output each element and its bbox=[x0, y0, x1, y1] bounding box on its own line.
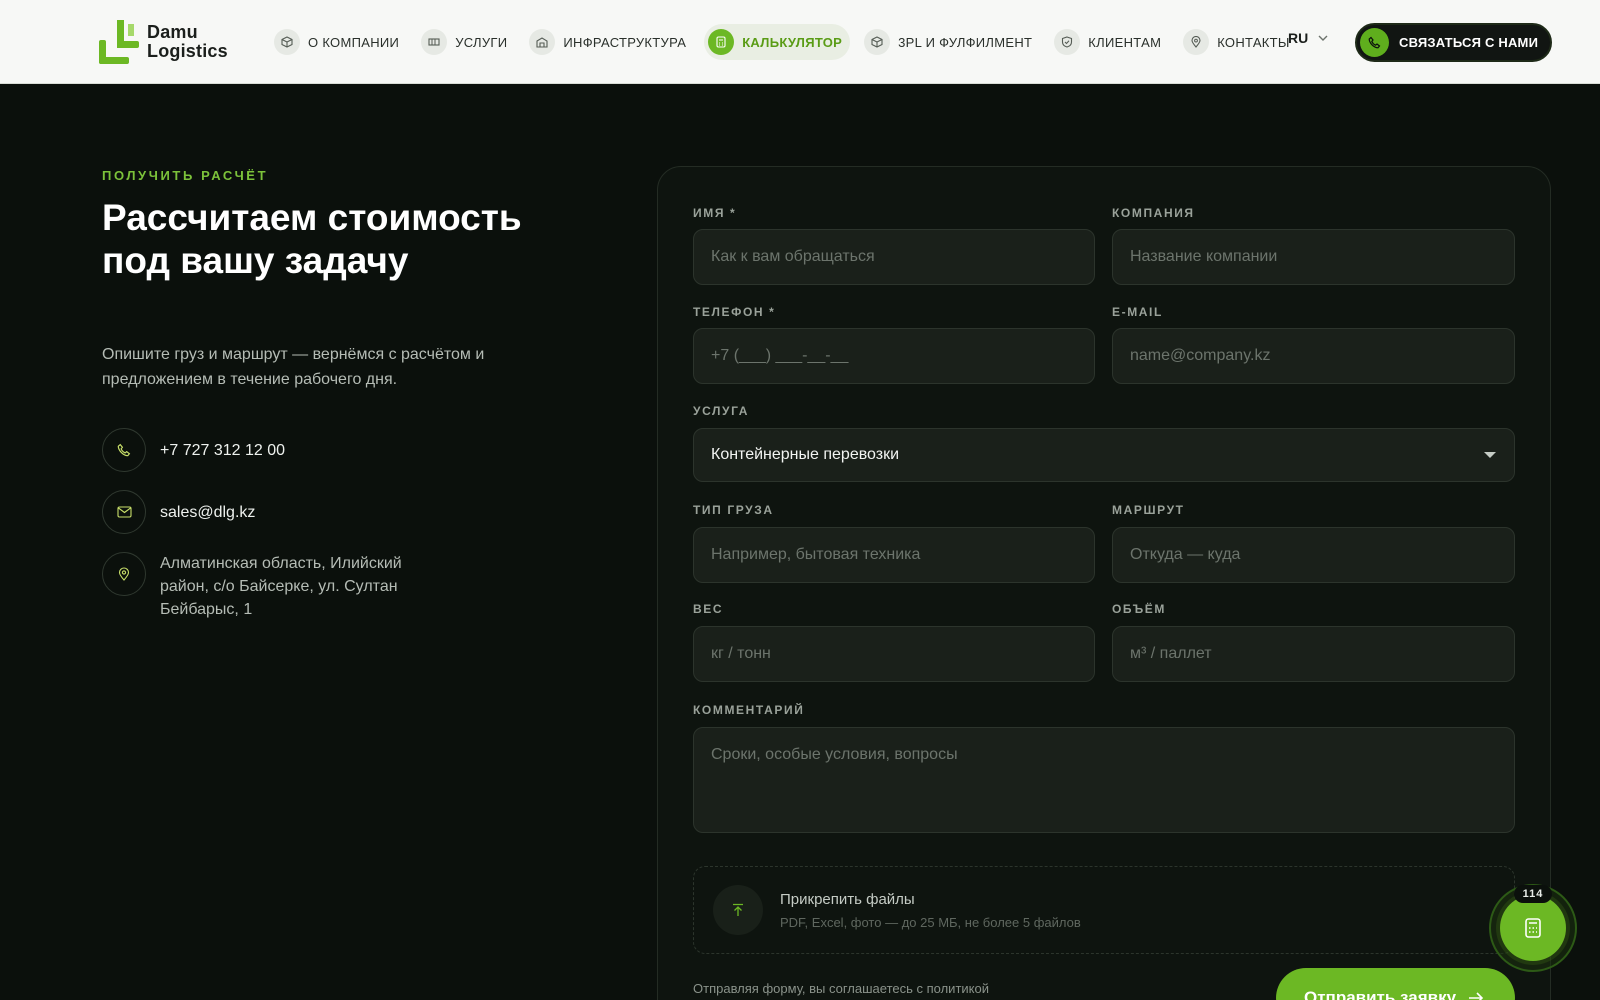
service-select-value: Контейнерные перевозки bbox=[711, 446, 900, 463]
submit-button[interactable]: Отправить заявку bbox=[1276, 968, 1515, 1000]
logo-line1: Damu bbox=[147, 22, 198, 42]
chevron-down-icon bbox=[1484, 452, 1496, 458]
route-label: МАРШРУТ bbox=[1112, 503, 1185, 517]
nav-item-label: Контакты bbox=[1217, 34, 1290, 50]
nav-item-about[interactable]: О компании bbox=[270, 24, 407, 60]
section-eyebrow: ПОЛУЧИТЬ РАСЧЁТ bbox=[102, 168, 269, 183]
nav-item-3pl[interactable]: 3PL и фулфилмент bbox=[860, 24, 1040, 60]
cube-icon bbox=[274, 29, 300, 55]
chevron-down-icon bbox=[1318, 35, 1328, 41]
contact-phone[interactable]: +7 727 312 12 00 bbox=[102, 428, 285, 472]
arrow-right-icon bbox=[1469, 992, 1484, 1000]
nav-item-label: Калькулятор bbox=[742, 34, 843, 50]
phone-icon bbox=[1360, 28, 1389, 57]
site-header: Damu Logistics О компании Услуги Инфраст… bbox=[0, 0, 1600, 84]
logo-line2: Logistics bbox=[147, 41, 228, 61]
logo[interactable]: Damu Logistics bbox=[97, 17, 247, 67]
contact-us-label: СВЯЗАТЬСЯ С НАМИ bbox=[1399, 35, 1539, 50]
comment-label: КОММЕНТАРИЙ bbox=[693, 703, 805, 717]
box-icon bbox=[864, 29, 891, 55]
logo-mark-icon bbox=[97, 18, 141, 66]
weight-field[interactable]: кг / тонн bbox=[693, 626, 1095, 682]
language-label: RU bbox=[1288, 30, 1309, 46]
language-switcher[interactable]: RU bbox=[1288, 30, 1328, 46]
phone-label: ТЕЛЕФОН * bbox=[693, 305, 776, 319]
upload-hint: PDF, Excel, фото — до 25 МБ, не более 5 … bbox=[780, 915, 1081, 930]
nav-item-label: 3PL и фулфилмент bbox=[898, 34, 1033, 50]
nav-item-contacts[interactable]: Контакты bbox=[1179, 24, 1298, 60]
main-nav: О компании Услуги Инфраструктура Калькул… bbox=[270, 24, 1308, 60]
contact-email[interactable]: sales@dlg.kz bbox=[102, 490, 255, 534]
upload-title: Прикрепить файлы bbox=[780, 891, 915, 908]
contact-phone-text: +7 727 312 12 00 bbox=[160, 442, 286, 459]
name-label: ИМЯ * bbox=[693, 206, 737, 220]
nav-item-services[interactable]: Услуги bbox=[417, 24, 515, 60]
calculator-icon bbox=[708, 29, 735, 55]
file-upload-dropzone[interactable]: Прикрепить файлы PDF, Excel, фото — до 2… bbox=[693, 866, 1515, 954]
nav-item-label: Клиентам bbox=[1088, 34, 1162, 50]
contact-address: Алматинская область, Илийский район, с/о… bbox=[102, 552, 420, 621]
company-field[interactable]: Название компании bbox=[1112, 229, 1515, 285]
weight-label: ВЕС bbox=[693, 602, 724, 616]
nav-item-infrastructure[interactable]: Инфраструктура bbox=[525, 24, 694, 60]
mail-icon bbox=[102, 490, 146, 534]
route-field[interactable]: Откуда — куда bbox=[1112, 527, 1515, 583]
comment-textarea[interactable]: Сроки, особые условия, вопросы bbox=[693, 727, 1515, 833]
phone-icon bbox=[102, 428, 146, 472]
cargo-type-label: ТИП ГРУЗА bbox=[693, 503, 774, 517]
page-title: Рассчитаем стоимость под вашу задачу bbox=[102, 197, 522, 281]
shield-icon bbox=[1054, 29, 1081, 55]
company-label: КОМПАНИЯ bbox=[1112, 206, 1195, 220]
calculator-fab-badge: 114 bbox=[1514, 885, 1552, 903]
service-select[interactable]: Контейнерные перевозки bbox=[693, 428, 1515, 482]
contact-address-text: Алматинская область, Илийский район, с/о… bbox=[160, 555, 402, 618]
pin-icon bbox=[1183, 29, 1210, 55]
consent-text: Отправляя форму, вы соглашаетесь с полит… bbox=[693, 981, 989, 996]
phone-field[interactable]: +7 (___) ___-__-__ bbox=[693, 328, 1095, 384]
warehouse-icon bbox=[529, 29, 556, 55]
contact-us-button[interactable]: СВЯЗАТЬСЯ С НАМИ bbox=[1355, 23, 1552, 62]
calculator-fab-button[interactable] bbox=[1500, 895, 1566, 961]
service-label: УСЛУГА bbox=[693, 404, 750, 418]
section-lead: Опишите груз и маршрут — вернёмся с расч… bbox=[102, 346, 485, 388]
nav-item-clients[interactable]: Клиентам bbox=[1050, 24, 1169, 60]
volume-field[interactable]: м³ / паллет bbox=[1112, 626, 1515, 682]
cargo-type-field[interactable]: Например, бытовая техника bbox=[693, 527, 1095, 583]
email-field[interactable]: name@company.kz bbox=[1112, 328, 1515, 384]
upload-icon bbox=[713, 885, 763, 935]
grid-icon bbox=[421, 29, 448, 55]
calculator-icon bbox=[1525, 918, 1541, 938]
pin-icon bbox=[102, 552, 146, 596]
email-label: E-MAIL bbox=[1112, 305, 1163, 319]
nav-item-label: О компании bbox=[308, 34, 400, 50]
nav-item-label: Услуги bbox=[455, 34, 508, 50]
nav-item-calculator[interactable]: Калькулятор bbox=[704, 24, 851, 60]
name-field[interactable]: Как к вам обращаться bbox=[693, 229, 1095, 285]
volume-label: ОБЪЁМ bbox=[1112, 602, 1166, 616]
submit-label: Отправить заявку bbox=[1304, 988, 1457, 1000]
nav-item-label: Инфраструктура bbox=[563, 34, 687, 50]
contact-email-text: sales@dlg.kz bbox=[160, 504, 256, 521]
